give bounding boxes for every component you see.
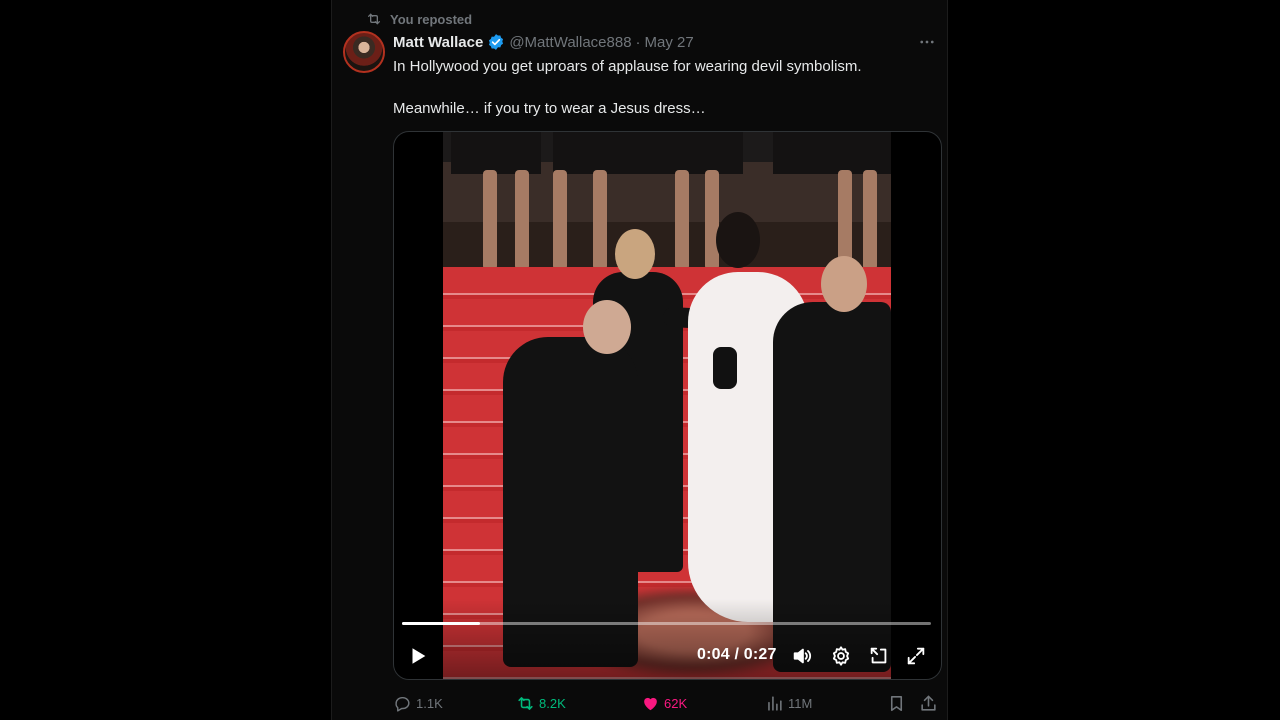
video-player[interactable]: 0:04 / 0:27 bbox=[393, 131, 942, 680]
retweet-icon bbox=[518, 697, 533, 710]
video-frame[interactable] bbox=[443, 132, 891, 679]
tweet-text-line: Meanwhile… if you try to wear a Jesus dr… bbox=[393, 100, 706, 117]
views-count: 11M bbox=[788, 696, 813, 711]
verified-badge-icon[interactable] bbox=[487, 33, 505, 51]
views-button[interactable]: 11M bbox=[765, 694, 812, 713]
author-handle[interactable]: @MattWallace888 bbox=[509, 34, 631, 51]
share-icon bbox=[921, 695, 936, 711]
more-options-button[interactable] bbox=[916, 32, 938, 52]
separator-dot: · bbox=[635, 33, 641, 51]
like-button[interactable]: 62K bbox=[641, 694, 687, 713]
author-name[interactable]: Matt Wallace bbox=[393, 34, 483, 51]
fullscreen-icon bbox=[907, 647, 925, 665]
picture-in-picture-icon bbox=[870, 647, 887, 664]
repost-icon bbox=[368, 13, 380, 25]
video-controls-overlay bbox=[394, 599, 941, 679]
video-background-crowd bbox=[443, 132, 891, 272]
pip-button[interactable] bbox=[863, 640, 895, 672]
repost-indicator[interactable]: You reposted bbox=[366, 10, 472, 28]
tweet-text: In Hollywood you get uproars of applause… bbox=[393, 57, 933, 118]
like-count: 62K bbox=[664, 696, 688, 711]
video-time-readout: 0:04 / 0:27 bbox=[697, 646, 777, 664]
play-icon bbox=[412, 648, 426, 664]
video-progress-bar[interactable] bbox=[402, 622, 931, 625]
settings-button[interactable] bbox=[825, 640, 857, 672]
current-time: 0:04 bbox=[697, 646, 730, 663]
volume-icon bbox=[793, 648, 812, 664]
duration: 0:27 bbox=[743, 646, 777, 663]
tweet-column: You reposted Matt Wallace @MattWallace88… bbox=[331, 0, 948, 720]
video-progress-fill bbox=[402, 622, 481, 625]
reply-button[interactable]: 1.1K bbox=[393, 694, 443, 713]
retweet-button[interactable]: 8.2K bbox=[516, 694, 566, 713]
heart-icon bbox=[644, 697, 657, 711]
tweet-header: Matt Wallace @MattWallace888 · May 27 bbox=[393, 32, 938, 52]
bookmark-icon bbox=[890, 695, 903, 712]
avatar[interactable] bbox=[343, 31, 385, 73]
gear-icon bbox=[832, 646, 850, 666]
retweet-count: 8.2K bbox=[539, 696, 566, 711]
more-dots-icon bbox=[920, 40, 934, 44]
bookmark-button[interactable] bbox=[887, 694, 906, 713]
tweet-text-line: In Hollywood you get uproars of applause… bbox=[393, 58, 862, 75]
share-button[interactable] bbox=[919, 694, 938, 713]
fullscreen-button[interactable] bbox=[900, 640, 932, 672]
repost-label: You reposted bbox=[390, 11, 473, 27]
volume-button[interactable] bbox=[786, 640, 818, 672]
play-button[interactable] bbox=[402, 640, 434, 672]
tweet-date[interactable]: May 27 bbox=[645, 34, 694, 51]
reply-icon bbox=[395, 697, 410, 712]
tweet-actions-bar: 1.1K 8.2K 62K 11M bbox=[393, 692, 942, 716]
time-separator: / bbox=[729, 646, 744, 663]
views-chart-icon bbox=[768, 696, 782, 711]
reply-count: 1.1K bbox=[416, 696, 443, 711]
